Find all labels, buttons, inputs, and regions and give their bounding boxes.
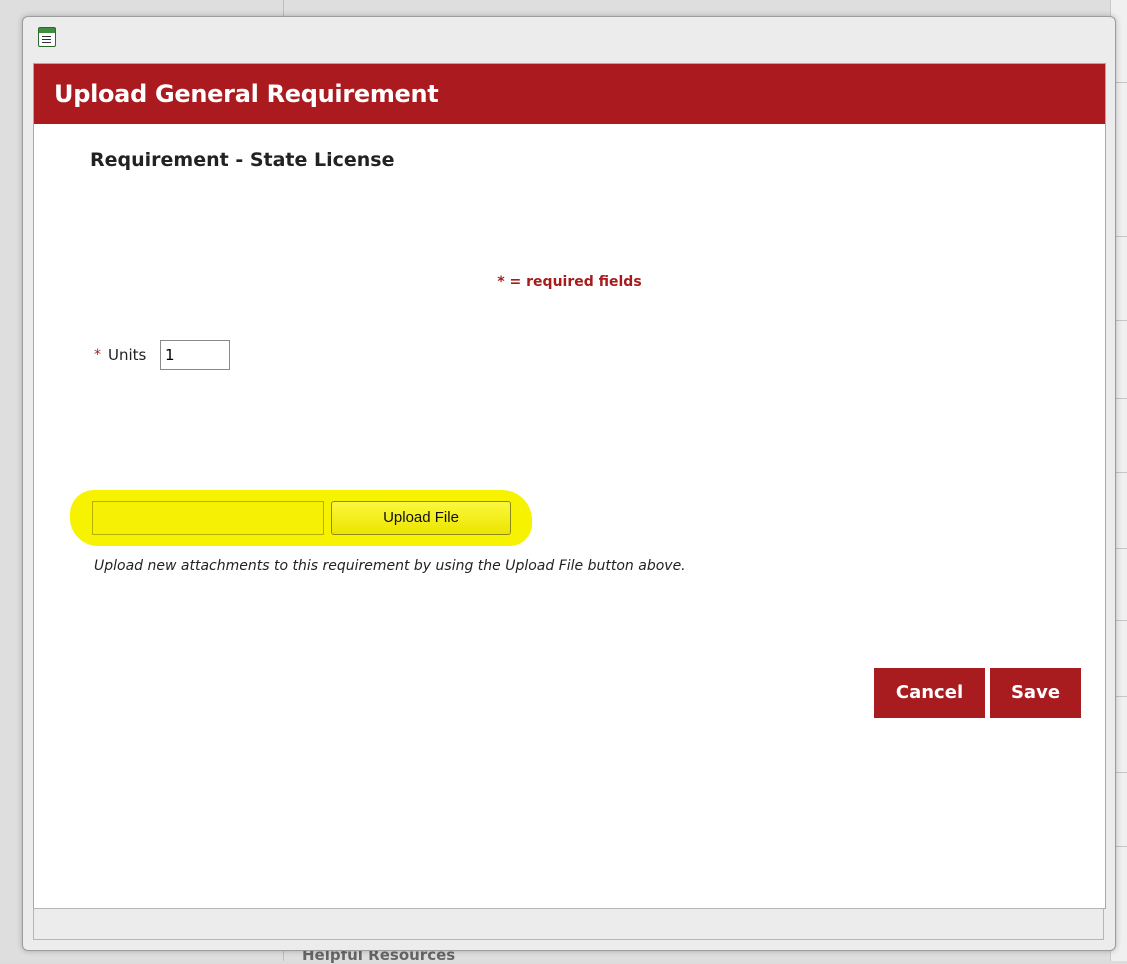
form-window-icon — [38, 27, 56, 47]
dialog-title-bar[interactable] — [23, 17, 1115, 63]
upload-file-button[interactable]: Upload File — [331, 501, 511, 535]
cancel-button[interactable]: Cancel — [874, 668, 985, 718]
units-label: Units — [108, 346, 147, 364]
save-button[interactable]: Save — [990, 668, 1081, 718]
requirement-title: Requirement - State License — [90, 149, 395, 171]
required-marker: * — [94, 347, 101, 363]
dialog-footer-bar — [33, 908, 1104, 940]
required-fields-note: * = required fields — [497, 274, 642, 290]
upload-help-text: Upload new attachments to this requireme… — [94, 558, 686, 574]
dialog-header: Upload General Requirement — [34, 64, 1105, 124]
file-path-field[interactable] — [92, 501, 324, 535]
upload-requirement-dialog: Upload General Requirement Requirement -… — [22, 16, 1116, 951]
dialog-title: Upload General Requirement — [54, 80, 439, 108]
dialog-content: Upload General Requirement Requirement -… — [33, 63, 1106, 909]
units-input[interactable] — [160, 340, 230, 370]
